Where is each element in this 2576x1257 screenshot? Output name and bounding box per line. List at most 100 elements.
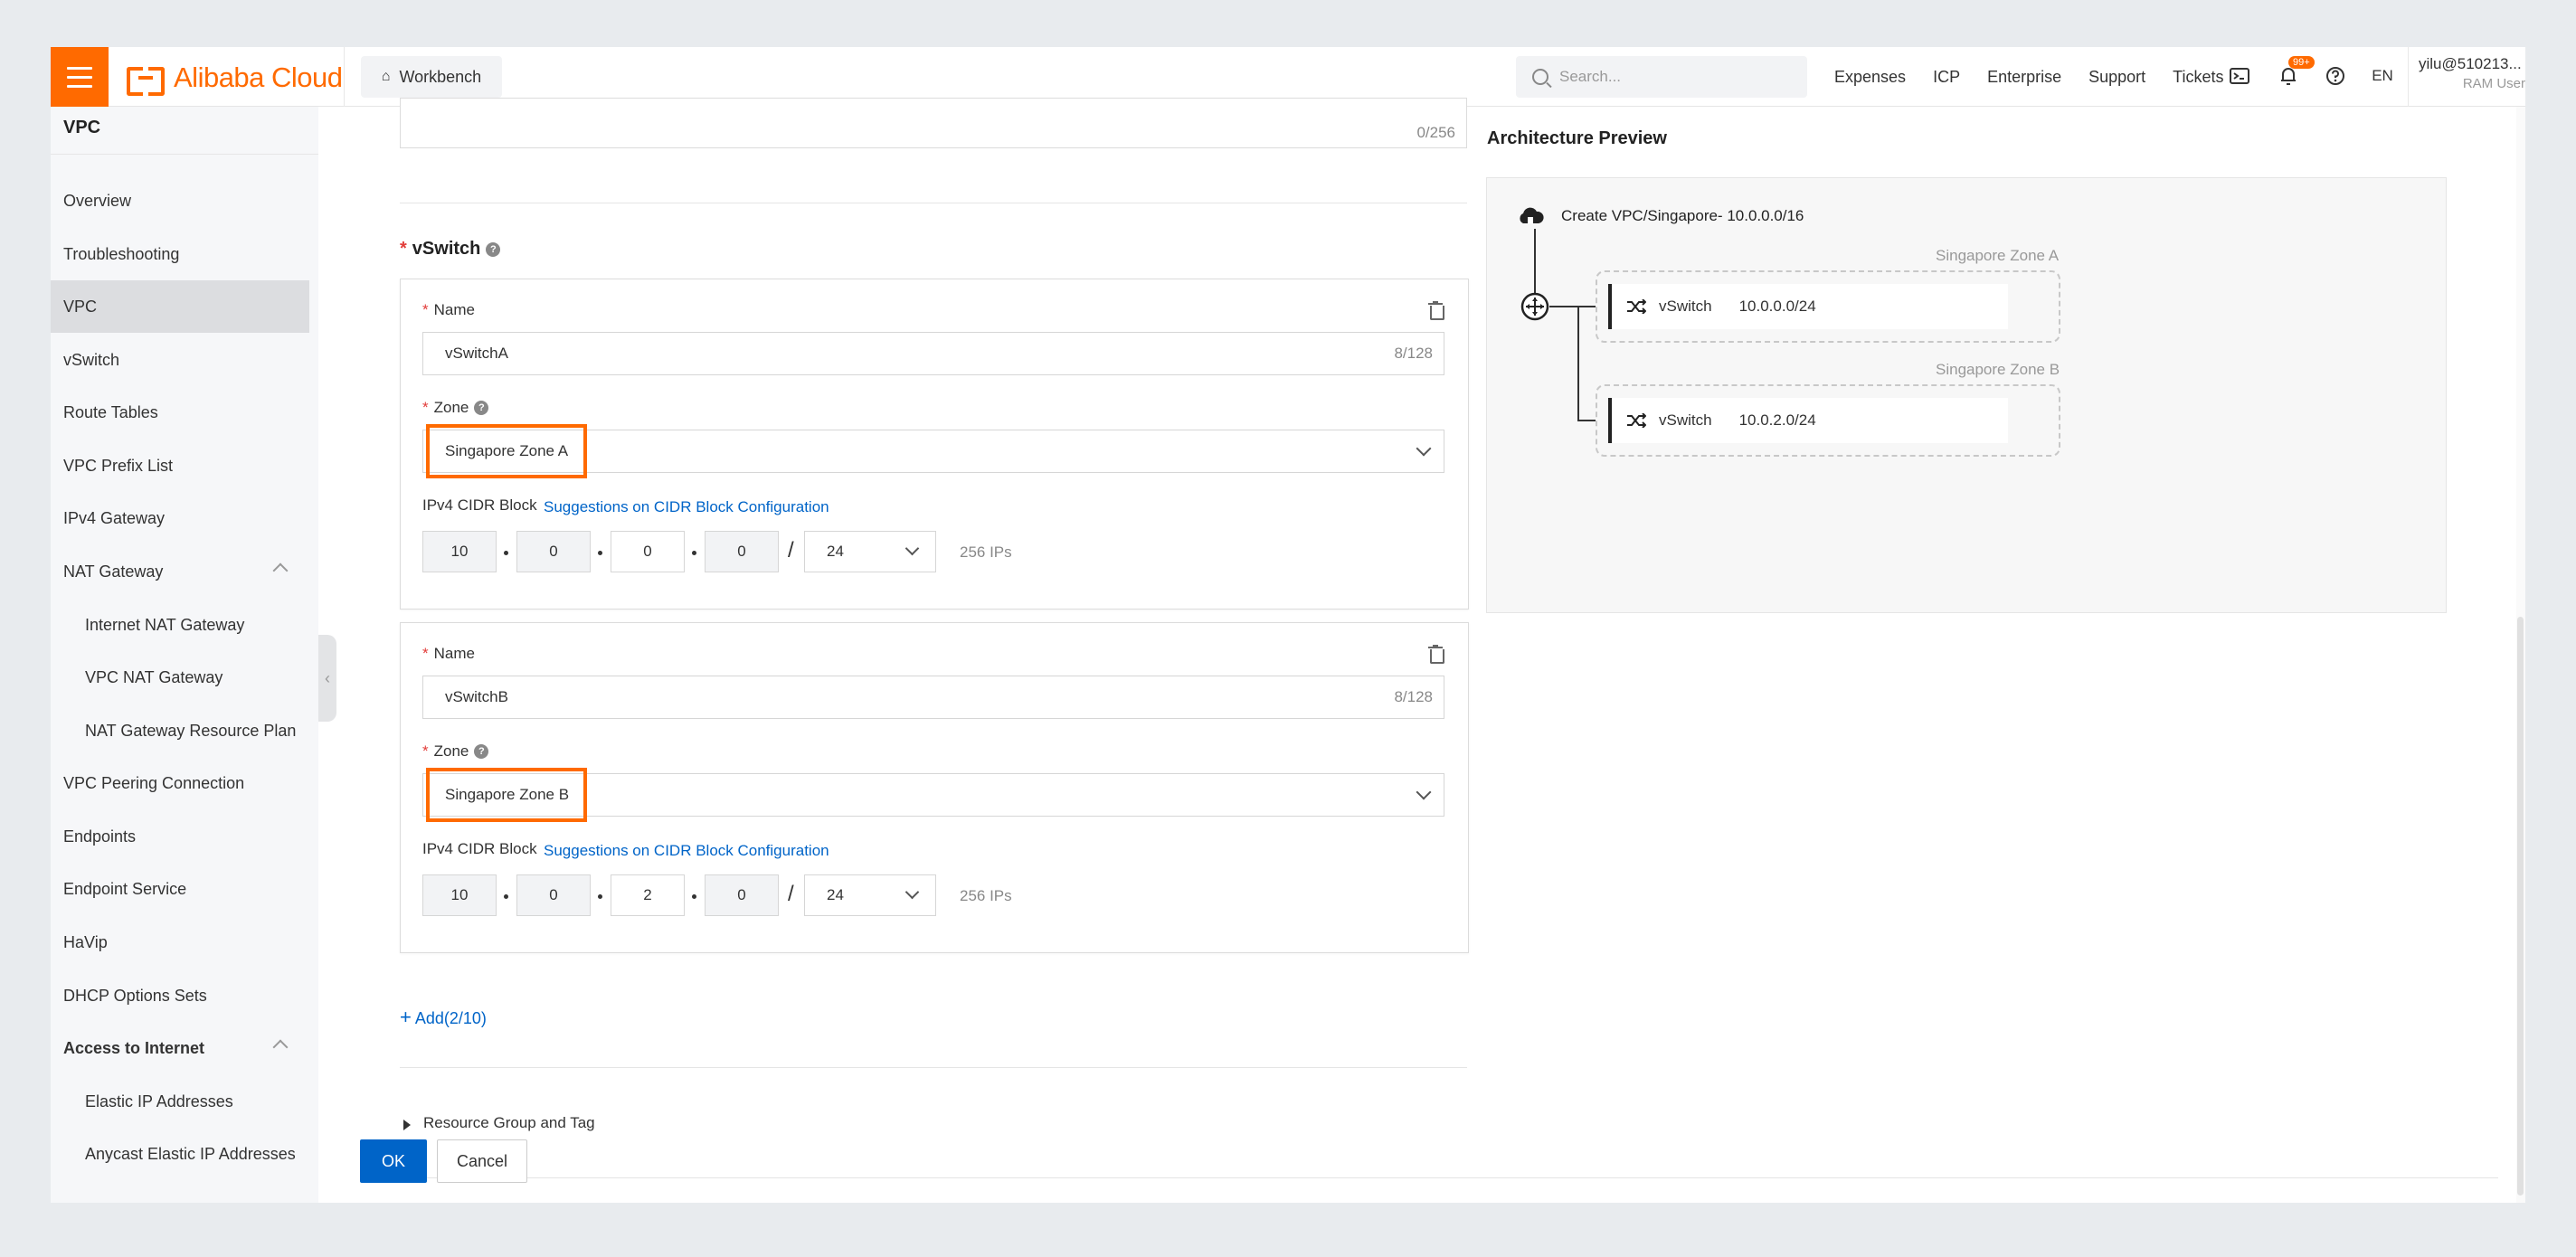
nav-support[interactable]: Support: [2088, 68, 2145, 87]
sidebar-item-label: Troubleshooting: [63, 244, 180, 263]
sidebar-item-vpc-peering[interactable]: VPC Peering Connection: [51, 757, 309, 809]
vswitch-node-b: vSwitch 10.0.2.0/24: [1608, 398, 2008, 443]
menu-icon[interactable]: [51, 47, 109, 107]
sidebar-item-vswitch[interactable]: vSwitch: [51, 334, 309, 386]
brand-name: Alibaba Cloud: [174, 61, 343, 93]
sidebar-item-elastic-ip[interactable]: Elastic IP Addresses: [51, 1075, 309, 1128]
nav-expenses[interactable]: Expenses: [1834, 68, 1906, 87]
vswitch-card-b: * Name vSwitchB 8/128 * Zone? Singapore Zo…: [400, 622, 1469, 953]
zone-label: * Zone?: [422, 399, 489, 417]
help-icon[interactable]: ?: [486, 241, 501, 257]
sidebar-item-label: VPC Peering Connection: [63, 773, 245, 792]
sidebar-item-endpoints[interactable]: Endpoints: [51, 810, 309, 863]
notification-bell-icon[interactable]: 99+: [2278, 56, 2315, 87]
help-icon[interactable]: ?: [474, 744, 489, 759]
sidebar-item-ipv4-gateway[interactable]: IPv4 Gateway: [51, 492, 309, 544]
sidebar-item-label: vSwitch: [63, 350, 120, 369]
sidebar-item-anycast-eip[interactable]: Anycast Elastic IP Addresses: [51, 1128, 309, 1180]
dot-separator: [598, 551, 602, 555]
terminal-icon[interactable]: [2229, 65, 2250, 87]
connector-line: [1577, 306, 1579, 421]
required-mark: *: [400, 239, 407, 259]
search-icon: [1532, 69, 1548, 85]
search-input[interactable]: Search...: [1516, 56, 1807, 98]
vswitch-title-label: vSwitch: [412, 239, 481, 259]
name-input[interactable]: vSwitchA 8/128: [422, 332, 1444, 375]
sidebar-item-dhcp-options[interactable]: DHCP Options Sets: [51, 969, 309, 1022]
architecture-preview-panel: Create VPC/Singapore- 10.0.0.0/16 Singap…: [1486, 177, 2447, 613]
sidebar-item-label: NAT Gateway: [63, 562, 164, 581]
cancel-button[interactable]: Cancel: [437, 1139, 527, 1183]
connector-line: [1549, 306, 1598, 307]
add-vswitch-button[interactable]: + Add(2/10): [400, 1006, 487, 1029]
chevron-up-icon: [272, 1039, 289, 1055]
vswitch-card-a: * Name vSwitchA 8/128 * Zone? Singapore Zo…: [400, 279, 1469, 610]
dot-separator: [504, 551, 508, 555]
sidebar-title: VPC: [63, 118, 101, 137]
divider: [51, 154, 318, 155]
nav-icp[interactable]: ICP: [1933, 68, 1960, 87]
sidebar-item-vpc-prefix-list[interactable]: VPC Prefix List: [51, 439, 309, 492]
help-icon[interactable]: [2325, 65, 2346, 87]
chevron-up-icon: [272, 562, 289, 579]
sidebar-item-label: Endpoints: [63, 827, 137, 846]
vswitch-node-label: vSwitch: [1659, 411, 1712, 429]
cidr-octet-4: 0: [705, 874, 779, 916]
sidebar-collapse-handle[interactable]: ‹: [318, 635, 336, 722]
sidebar-item-nat-gateway-resource-plan[interactable]: NAT Gateway Resource Plan: [51, 704, 309, 757]
ok-button[interactable]: OK: [360, 1139, 427, 1183]
delete-icon[interactable]: [1428, 645, 1444, 664]
description-textarea[interactable]: 0/256: [400, 98, 1467, 148]
name-input[interactable]: vSwitchB 8/128: [422, 676, 1444, 719]
top-nav-links: Expenses ICP Enterprise Support Tickets: [1834, 47, 2251, 107]
sidebar-group-access-to-internet[interactable]: Access to Internet: [51, 1022, 309, 1074]
sidebar-item-nat-gateway[interactable]: NAT Gateway: [51, 545, 309, 598]
sidebar-item-label: Anycast Elastic IP Addresses: [85, 1144, 296, 1163]
chevron-down-icon: [904, 541, 920, 556]
sidebar-item-troubleshooting[interactable]: Troubleshooting: [51, 228, 309, 280]
language-switch[interactable]: EN: [2372, 65, 2393, 87]
vswitch-node-cidr: 10.0.0.0/24: [1738, 298, 1816, 315]
sidebar-item-label: Overview: [63, 191, 132, 210]
subnet-mask-select[interactable]: 24: [804, 874, 936, 916]
vswitch-icon: [1627, 413, 1646, 428]
vswitch-icon: [1627, 299, 1646, 314]
workbench-label: Workbench: [399, 67, 482, 86]
nav-enterprise[interactable]: Enterprise: [1987, 68, 2061, 87]
vswitch-node-a: vSwitch 10.0.0.0/24: [1608, 284, 2008, 329]
caret-right-icon[interactable]: [403, 1120, 411, 1130]
sidebar-item-endpoint-service[interactable]: Endpoint Service: [51, 863, 309, 915]
ip-count: 256 IPs: [960, 887, 1012, 904]
scrollbar-thumb[interactable]: [2517, 617, 2524, 1196]
add-label: Add(2/10): [414, 1009, 487, 1027]
alibaba-cloud-logo[interactable]: Alibaba Cloud: [127, 61, 343, 96]
architecture-preview-title: Architecture Preview: [1487, 128, 1667, 148]
sidebar-item-overview[interactable]: Overview: [51, 175, 309, 227]
plus-icon: +: [400, 1006, 412, 1028]
dot-separator: [692, 894, 696, 899]
sidebar-item-label: VPC Prefix List: [63, 456, 174, 475]
name-counter: 8/128: [1394, 688, 1433, 705]
user-name: yilu@510213...: [2419, 55, 2522, 72]
sidebar-item-vpc[interactable]: VPC: [51, 280, 309, 333]
divider: [344, 47, 345, 107]
sidebar-item-route-tables[interactable]: Route Tables: [51, 386, 309, 439]
user-account[interactable]: yilu@510213... RAM User: [2419, 54, 2525, 94]
subnet-mask-select[interactable]: 24: [804, 531, 936, 572]
router-icon: [1520, 292, 1549, 326]
help-icon[interactable]: ?: [474, 401, 489, 415]
sidebar-item-internet-nat-gateway[interactable]: Internet NAT Gateway: [51, 599, 309, 651]
sidebar: VPC Overview Troubleshooting VPC vSwitch…: [51, 107, 318, 1203]
workbench-button[interactable]: ⌂ Workbench: [361, 56, 502, 98]
sidebar-item-label: Internet NAT Gateway: [85, 615, 245, 634]
cidr-suggestions-link[interactable]: Suggestions on CIDR Block Configuration: [544, 498, 829, 516]
cidr-octet-3-input[interactable]: 2: [611, 874, 685, 916]
cidr-suggestions-link[interactable]: Suggestions on CIDR Block Configuration: [544, 842, 829, 860]
mask-value: 24: [827, 543, 844, 560]
sidebar-item-vpc-nat-gateway[interactable]: VPC NAT Gateway: [51, 651, 309, 704]
sidebar-item-havip[interactable]: HaVip: [51, 916, 309, 969]
cidr-octet-3-input[interactable]: 0: [611, 531, 685, 572]
resource-group-toggle[interactable]: Resource Group and Tag: [423, 1114, 595, 1132]
nav-tickets[interactable]: Tickets: [2173, 68, 2223, 87]
delete-icon[interactable]: [1428, 301, 1444, 320]
